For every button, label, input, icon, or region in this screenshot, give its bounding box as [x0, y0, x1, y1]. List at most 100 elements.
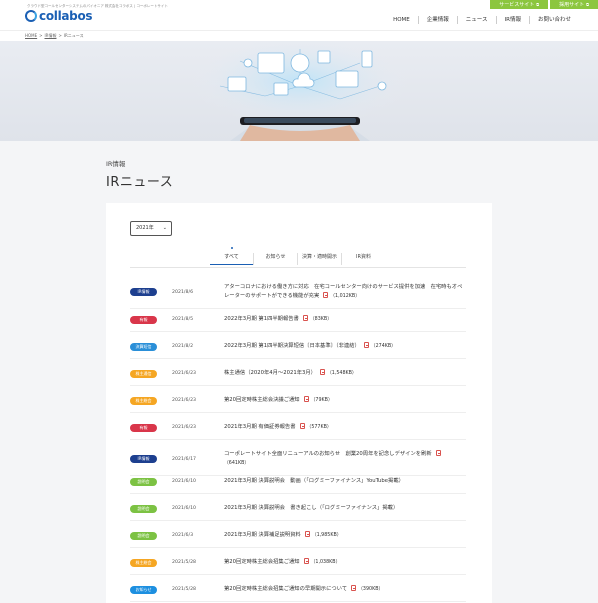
news-date: 2021/6/23: [172, 371, 197, 376]
news-row[interactable]: 説明会 2021/6/10 2021年3月期 決算説明会 動画（「ログミーファイ…: [130, 477, 466, 494]
category-badge: 株主総会: [130, 558, 157, 567]
recruit-site-button[interactable]: 採用サイト ⧉: [550, 0, 598, 9]
top-buttons: サービスサイト ⧉ 採用サイト ⧉: [488, 0, 598, 9]
news-title-wrap: 株主通信（2020年4月～2021年3月） （1,548KB）: [224, 369, 357, 378]
category-badge: IR情報: [130, 455, 157, 463]
category-badge: 株主通信: [130, 369, 157, 378]
file-size: （577KB）: [306, 425, 332, 430]
news-title-wrap: 2021年3月期 決算説明会 書き起こし（「ログミーファイナンス」掲載）: [224, 504, 398, 513]
company-logo[interactable]: collabos: [25, 9, 93, 23]
pdf-icon: [302, 315, 308, 321]
pdf-icon: [303, 558, 309, 564]
news-row[interactable]: 説明会 2021/6/3 2021年3月期 決算補足説明資料 （1,985KB）: [130, 531, 466, 548]
news-title-wrap: 2021年3月期 決算説明会 動画（「ログミーファイナンス」YouTube掲載）: [224, 477, 404, 486]
breadcrumb-ir[interactable]: IR情報: [45, 33, 57, 38]
news-row[interactable]: IR情報 2021/8/6 アターコロナにおける働き方に対応 在宅コールセンター…: [130, 283, 466, 309]
news-row[interactable]: 株主通信 2021/6/23 株主通信（2020年4月～2021年3月） （1,5…: [130, 369, 466, 386]
breadcrumb-home[interactable]: HOME: [25, 33, 37, 38]
news-date: 2021/5/28: [172, 587, 197, 592]
news-title[interactable]: 2021年3月期 決算補足説明資料: [224, 532, 301, 538]
logo-mark-icon: [25, 10, 37, 22]
news-title[interactable]: 2021年3月期 決算説明会 動画（「ログミーファイナンス」YouTube掲載）: [224, 478, 404, 484]
category-tabs: すべて お知らせ 決算・適時開示 IR資料: [210, 253, 385, 265]
pdf-icon: [435, 450, 441, 456]
news-date: 2021/8/5: [172, 317, 194, 322]
news-date: 2021/6/17: [172, 456, 197, 462]
news-row[interactable]: 株主総会 2021/5/28 第20回定時株主総会招集ご通知 （1,038KB）: [130, 558, 466, 575]
recruit-site-label: 採用サイト: [559, 2, 585, 8]
tab-notice[interactable]: お知らせ: [253, 253, 297, 265]
news-date: 2021/6/23: [172, 425, 197, 430]
file-size: （1,985KB）: [311, 533, 342, 538]
breadcrumb-separator: >: [58, 33, 62, 38]
breadcrumb-current: IRニュース: [63, 33, 84, 38]
category-badge: IR情報: [130, 288, 157, 296]
category-badge: 説明会: [130, 531, 157, 540]
pdf-icon: [351, 585, 357, 591]
category-badge: 有報: [130, 315, 157, 324]
news-date: 2021/5/28: [172, 560, 197, 565]
news-title-wrap: 2021年3月期 決算補足説明資料 （1,985KB）: [224, 531, 342, 540]
news-panel: 2021年 ⌄ すべて お知らせ 決算・適時開示 IR資料 IR情報 2021/…: [106, 203, 492, 603]
main-nav: HOME 企業情報 ニュース IR情報 お問い合わせ: [385, 16, 579, 24]
pdf-icon: [304, 531, 310, 537]
news-title-wrap: 第20回定時株主総会招集ご通知の早期開示について （390KB）: [224, 585, 383, 594]
breadcrumb-separator: >: [39, 33, 43, 38]
pdf-icon: [299, 423, 305, 429]
external-link-icon: ⧉: [536, 2, 540, 7]
news-row[interactable]: 決算短信 2021/8/2 2022年3月期 第1四半期決算短信〔日本基準〕（非…: [130, 342, 466, 359]
breadcrumb: HOME > IR情報 > IRニュース: [25, 33, 84, 39]
news-title[interactable]: 第20回定時株主総会招集ご通知: [224, 559, 300, 565]
tabs-divider: [130, 267, 466, 268]
tab-disclosure[interactable]: 決算・適時開示: [297, 253, 341, 265]
service-site-button[interactable]: サービスサイト ⧉: [490, 0, 549, 9]
page-heading: IR情報 IRニュース: [106, 158, 173, 190]
news-title[interactable]: 2022年3月期 第1四半期決算短信〔日本基準〕（非連結）: [224, 343, 360, 349]
news-title[interactable]: 第20回定時株主総会招集ご通知の早期開示について: [224, 586, 347, 592]
news-date: 2021/6/23: [172, 398, 197, 403]
pdf-icon: [303, 396, 309, 402]
tab-ir-material[interactable]: IR資料: [341, 253, 385, 265]
file-size: （641KB）: [224, 461, 250, 466]
category-badge: お知らせ: [130, 585, 157, 594]
news-title-wrap: 2022年3月期 第1四半期報告書 （83KB）: [224, 315, 332, 324]
news-title[interactable]: 株主通信（2020年4月～2021年3月）: [224, 370, 316, 376]
nav-home[interactable]: HOME: [385, 16, 418, 24]
category-badge: 説明会: [130, 477, 157, 486]
file-size: （1,548KB）: [326, 371, 357, 376]
news-title[interactable]: 第20回定時株主総会決議ご通知: [224, 397, 300, 403]
news-row[interactable]: IR情報 2021/6/17 コーポレートサイト全面リニューアルのお知らせ 創業…: [130, 450, 466, 476]
logo-text: collabos: [39, 9, 93, 23]
news-title[interactable]: 2021年3月期 有価証券報告書: [224, 424, 296, 430]
file-size: （1,012KB）: [330, 294, 361, 299]
news-row[interactable]: 有報 2021/8/5 2022年3月期 第1四半期報告書 （83KB）: [130, 315, 466, 332]
news-date: 2021/6/3: [172, 533, 194, 538]
chevron-down-icon: ⌄: [162, 225, 167, 231]
nav-contact[interactable]: お問い合わせ: [528, 16, 579, 24]
news-title-wrap: 2022年3月期 第1四半期決算短信〔日本基準〕（非連結） （274KB）: [224, 342, 396, 351]
news-row[interactable]: 有報 2021/6/23 2021年3月期 有価証券報告書 （577KB）: [130, 423, 466, 440]
news-date: 2021/8/6: [172, 289, 194, 295]
nav-ir[interactable]: IR情報: [495, 16, 529, 24]
file-size: （390KB）: [358, 587, 384, 592]
news-row[interactable]: 株主総会 2021/6/23 第20回定時株主総会決議ご通知 （79KB）: [130, 396, 466, 413]
news-row[interactable]: 説明会 2021/6/10 2021年3月期 決算説明会 書き起こし（「ログミー…: [130, 504, 466, 521]
pdf-icon: [319, 369, 325, 375]
year-select[interactable]: 2021年 ⌄: [130, 221, 172, 236]
news-title-wrap: コーポレートサイト全面リニューアルのお知らせ 創業20周年を記念しデザインを刷新…: [224, 450, 466, 468]
nav-news[interactable]: ニュース: [456, 16, 496, 24]
news-title[interactable]: 2022年3月期 第1四半期報告書: [224, 316, 299, 322]
news-title[interactable]: 2021年3月期 決算説明会 書き起こし（「ログミーファイナンス」掲載）: [224, 505, 398, 511]
hero-illustration: [0, 41, 598, 141]
tab-all[interactable]: すべて: [210, 253, 253, 265]
category-badge: 有報: [130, 423, 157, 432]
service-site-label: サービスサイト: [499, 2, 535, 8]
pdf-icon: [323, 292, 329, 298]
news-title-wrap: 2021年3月期 有価証券報告書 （577KB）: [224, 423, 332, 432]
news-title[interactable]: コーポレートサイト全面リニューアルのお知らせ 創業20周年を記念しデザインを刷新: [224, 451, 432, 457]
nav-company[interactable]: 企業情報: [417, 16, 457, 24]
news-row[interactable]: お知らせ 2021/5/28 第20回定時株主総会招集ご通知の早期開示について （…: [130, 585, 466, 602]
news-date: 2021/6/10: [172, 479, 197, 484]
year-select-value: 2021年: [136, 225, 154, 231]
news-title-wrap: アターコロナにおける働き方に対応 在宅コールセンター向けのサービス提供を加速 在…: [224, 283, 466, 301]
